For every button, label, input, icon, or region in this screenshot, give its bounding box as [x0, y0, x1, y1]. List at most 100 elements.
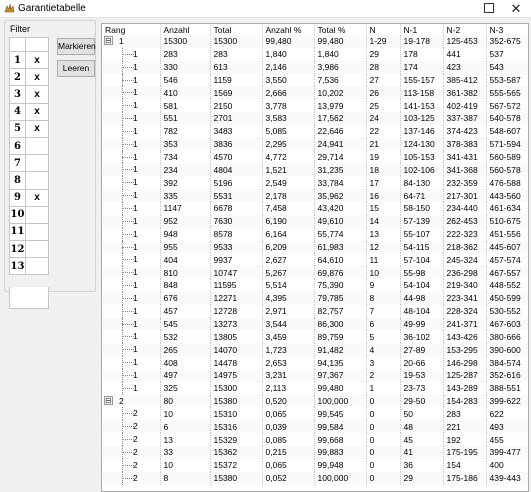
- table-row[interactable]: 1 330 613 2,146 3,986 28 174 423 543: [102, 60, 528, 74]
- leeren-button[interactable]: Leeren: [57, 60, 95, 77]
- table-row[interactable]: 1 948 8578 6,164 55,774 13 55-107 222-323 451-55…: [102, 227, 528, 241]
- table-row[interactable]: 1 410 1569 2,666 10,202 26 113-158 361-382 555-5…: [102, 86, 528, 100]
- group-row[interactable]: ⊟ 1 15300 15300 99,480 99,480 1-29 19-178 125-45…: [102, 35, 528, 48]
- filter-row[interactable]: 13: [9, 257, 50, 276]
- filter-mark[interactable]: [24, 240, 50, 259]
- filter-mark[interactable]: x: [24, 50, 50, 70]
- maximize-button[interactable]: [484, 3, 494, 13]
- table-row[interactable]: 1 734 4570 4,772 29,714 19 105-153 341-431 560-5…: [102, 150, 528, 164]
- table-row[interactable]: 1 335 5531 2,178 35,962 16 64-71 217-301 443-560: [102, 189, 528, 202]
- filter-number[interactable]: 6: [9, 136, 26, 156]
- table-row[interactable]: 2 8 15380 0,052 100,000 0 29 175-186 439-443: [102, 471, 528, 485]
- table-row[interactable]: 1 408 14478 2,653 94,135 3 20-66 146-298 384-574: [102, 356, 528, 369]
- column-header[interactable]: Total %: [314, 24, 367, 35]
- table-cell: 3,459: [262, 330, 315, 344]
- filter-number[interactable]: 12: [9, 240, 26, 259]
- table-row[interactable]: 1 234 4804 1,521 31,235 18 102-106 341-368 560-5…: [102, 163, 528, 177]
- filter-number[interactable]: 3: [9, 85, 26, 104]
- filter-row[interactable]: 11: [9, 222, 50, 242]
- table-row[interactable]: 1 532 13805 3,459 89,759 5 36-102 143-426 380-66…: [102, 330, 528, 344]
- filter-number[interactable]: 10: [9, 205, 26, 224]
- filter-number[interactable]: 4: [9, 102, 26, 121]
- table-row[interactable]: 2 33 15362 0,215 99,883 0 41 175-195 399-477: [102, 446, 528, 459]
- filter-grid[interactable]: 1 x 2 x 3 x 4 x 5 x 6 7 8 9 x 10 11 12 13: [9, 37, 50, 276]
- filter-mark[interactable]: [24, 257, 50, 276]
- table-row[interactable]: 1 676 12271 4,395 79,785 8 44-98 223-341 450-599: [102, 291, 528, 305]
- table-row[interactable]: 1 810 10747 5,267 69,876 10 55-98 236-298 467-55…: [102, 266, 528, 280]
- table-cell: 8578: [210, 227, 263, 241]
- markieren-button[interactable]: Markieren: [57, 38, 96, 55]
- filter-number[interactable]: 9: [9, 188, 26, 207]
- column-header[interactable]: N-1: [400, 24, 444, 35]
- filter-number[interactable]: 13: [9, 257, 26, 276]
- table-cell: 952: [160, 214, 211, 228]
- table-row[interactable]: 1 782 3483 5,085 22,646 22 137-146 374-423 548-6…: [102, 124, 528, 138]
- table-row[interactable]: 1 955 9533 6,209 61,983 12 54-115 218-362 445-60…: [102, 240, 528, 254]
- group-row[interactable]: ⊟ 2 80 15380 0,520 100,000 0 29-50 154-283 399-62…: [102, 394, 528, 408]
- table-row[interactable]: 1 551 2701 3,583 17,562 24 103-125 337-387 540-5…: [102, 112, 528, 125]
- filter-row[interactable]: 8: [9, 171, 50, 190]
- filter-mark[interactable]: x: [24, 68, 50, 87]
- column-header[interactable]: N: [366, 24, 401, 35]
- close-button[interactable]: ✕: [505, 0, 527, 18]
- table-row[interactable]: 1 325 15300 2,113 99,480 1 23-73 143-289 388-551: [102, 381, 528, 395]
- table-cell: 540-578: [486, 112, 528, 125]
- collapse-toggle-icon[interactable]: ⊟: [104, 395, 113, 405]
- column-header[interactable]: Anzahl: [160, 24, 211, 35]
- table-row[interactable]: 1 353 3836 2,295 24,941 21 124-130 378-383 571-5…: [102, 137, 528, 151]
- filter-mark[interactable]: [24, 154, 50, 173]
- filter-row[interactable]: 7: [9, 154, 50, 173]
- filter-row[interactable]: 5x: [9, 119, 50, 138]
- column-header[interactable]: Anzahl %: [262, 24, 315, 35]
- table-row[interactable]: 1 581 2150 3,778 13,979 25 141-153 402-419 567-5…: [102, 99, 528, 113]
- table-row[interactable]: 2 6 15316 0,039 99,584 0 48 221 493: [102, 420, 528, 434]
- filter-mark[interactable]: [24, 222, 50, 242]
- filter-row[interactable]: 10: [9, 205, 50, 224]
- filter-number[interactable]: 2: [9, 68, 26, 87]
- table-row[interactable]: 1 497 14975 3,231 97,367 2 19-53 125-287 352-616: [102, 368, 528, 382]
- column-header[interactable]: N-3: [486, 24, 528, 35]
- filter-mark[interactable]: x: [24, 102, 50, 121]
- filter-mark[interactable]: [24, 205, 50, 224]
- table-cell: 15300: [160, 35, 211, 48]
- filter-mark[interactable]: x: [24, 85, 50, 104]
- filter-row[interactable]: 1x: [9, 50, 50, 70]
- table-row[interactable]: 1 457 12728 2,971 82,757 7 48-104 228-324 530-55…: [102, 304, 528, 318]
- table-cell: 352-616: [486, 368, 528, 382]
- filter-number[interactable]: 7: [9, 154, 26, 173]
- table-row[interactable]: 1 265 14070 1,723 91,482 4 27-89 153-295 390-600: [102, 343, 528, 357]
- table-row[interactable]: 1 1147 6678 7,458 43,420 15 58-150 234-440 461-6…: [102, 201, 528, 215]
- filter-row[interactable]: 6: [9, 136, 50, 156]
- filter-number[interactable]: 8: [9, 171, 26, 190]
- table-row[interactable]: 1 283 283 1,840 1,840 29 178 441 537: [102, 47, 528, 61]
- table-row[interactable]: 1 404 9937 2,627 64,610 11 57-104 245-324 457-57…: [102, 253, 528, 267]
- table-cell: 476-588: [486, 176, 528, 190]
- filter-row[interactable]: 3x: [9, 85, 50, 104]
- column-header[interactable]: Total: [210, 24, 263, 35]
- filter-row[interactable]: 2x: [9, 68, 50, 87]
- filter-row[interactable]: 4x: [9, 102, 50, 121]
- table-row[interactable]: 1 546 1159 3,550 7,536 27 155-157 385-412 553-58…: [102, 73, 528, 87]
- collapse-toggle-icon[interactable]: ⊟: [104, 36, 113, 45]
- filter-number[interactable]: 5: [9, 119, 26, 138]
- filter-number[interactable]: 1: [9, 50, 26, 70]
- filter-row[interactable]: 12: [9, 240, 50, 259]
- table-cell: 6,209: [262, 240, 315, 254]
- filter-mark[interactable]: [24, 171, 50, 190]
- filter-mark[interactable]: x: [24, 119, 50, 138]
- guarantee-table[interactable]: Rang Anzahl Total Anzahl % Total % N N-1 N-2 N-3…: [101, 23, 529, 492]
- table-row[interactable]: 1 848 11595 5,514 75,390 9 54-104 219-340 448-55…: [102, 279, 528, 292]
- table-row[interactable]: 2 10 15310 0,065 99,545 0 50 283 622: [102, 407, 528, 421]
- filter-mark[interactable]: [24, 136, 50, 156]
- table-row[interactable]: 1 545 13273 3,544 86,300 6 49-99 241-371 467-603: [102, 317, 528, 331]
- filter-mark[interactable]: x: [24, 188, 50, 207]
- table-row[interactable]: 1 392 5196 2,549 33,784 17 84-130 232-359 476-58…: [102, 176, 528, 190]
- table-row[interactable]: 2 13 15329 0,085 99,668 0 45 192 455: [102, 433, 528, 446]
- column-header[interactable]: Rang: [102, 24, 161, 35]
- table-row[interactable]: 2 10 15372 0,065 99,948 0 36 154 400: [102, 458, 528, 472]
- table-cell: 153-295: [443, 343, 487, 357]
- filter-row[interactable]: 9x: [9, 188, 50, 207]
- table-row[interactable]: 1 952 7630 6,190 49,610 14 57-139 262-453 510-67…: [102, 214, 528, 228]
- filter-number[interactable]: 11: [9, 222, 26, 242]
- column-header[interactable]: N-2: [443, 24, 487, 35]
